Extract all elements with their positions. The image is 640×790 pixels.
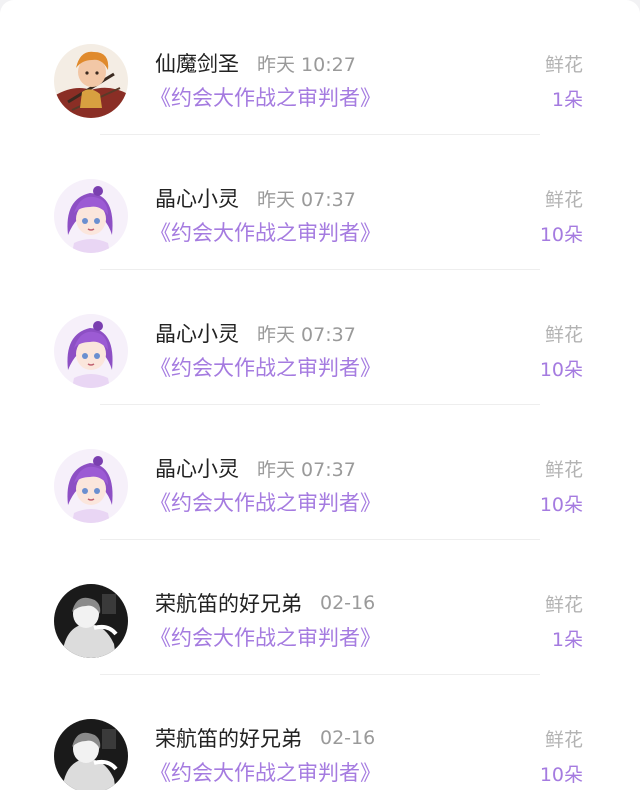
- book-title-link[interactable]: 《约会大作战之审判者》: [150, 757, 381, 787]
- gift-count: 10朵: [539, 224, 583, 246]
- gift-count: 1朵: [551, 89, 583, 111]
- record-time: 昨天 07:37: [257, 458, 356, 481]
- record-header: 荣航笛的好兄弟 02-16: [155, 723, 375, 753]
- record-time: 02-16: [320, 727, 376, 749]
- purple-hair-girl-avatar-icon[interactable]: [54, 179, 128, 253]
- gift-record-item[interactable]: 荣航笛的好兄弟 02-16 《约会大作战之审判者》 鲜花 10朵: [0, 675, 640, 790]
- gift-record-item[interactable]: 晶心小灵 昨天 07:37 《约会大作战之审判者》 鲜花 10朵: [0, 405, 640, 540]
- gift-count: 1朵: [551, 629, 583, 651]
- monochrome-figure-avatar-icon[interactable]: [54, 584, 128, 658]
- gift-record-item[interactable]: 仙魔剑圣 昨天 10:27 《约会大作战之审判者》 鲜花 1朵: [0, 0, 640, 135]
- gift-record-item[interactable]: 晶心小灵 昨天 07:37 《约会大作战之审判者》 鲜花 10朵: [0, 135, 640, 270]
- book-title-link[interactable]: 《约会大作战之审判者》: [150, 82, 381, 112]
- gift-type-label: 鲜花: [544, 594, 583, 616]
- purple-hair-girl-avatar-icon[interactable]: [54, 449, 128, 523]
- sender-name[interactable]: 荣航笛的好兄弟: [155, 588, 302, 618]
- gift-records-screen: 仙魔剑圣 昨天 10:27 《约会大作战之审判者》 鲜花 1朵 晶心小灵 昨天 …: [0, 0, 640, 790]
- gift-type-label: 鲜花: [544, 459, 583, 481]
- book-title-link[interactable]: 《约会大作战之审判者》: [150, 352, 381, 382]
- sender-name[interactable]: 仙魔剑圣: [155, 48, 239, 78]
- gift-type-label: 鲜花: [544, 54, 583, 76]
- sender-name[interactable]: 晶心小灵: [155, 453, 239, 483]
- record-time: 昨天 07:37: [257, 188, 356, 211]
- gift-record-item[interactable]: 荣航笛的好兄弟 02-16 《约会大作战之审判者》 鲜花 1朵: [0, 540, 640, 675]
- gift-type-label: 鲜花: [544, 189, 583, 211]
- purple-hair-girl-avatar-icon[interactable]: [54, 314, 128, 388]
- gift-count: 10朵: [539, 359, 583, 381]
- record-header: 仙魔剑圣 昨天 10:27: [155, 48, 356, 78]
- gift-count: 10朵: [539, 494, 583, 516]
- record-header: 晶心小灵 昨天 07:37: [155, 318, 356, 348]
- record-header: 晶心小灵 昨天 07:37: [155, 453, 356, 483]
- warrior-avatar-icon[interactable]: [54, 44, 128, 118]
- gift-type-label: 鲜花: [544, 729, 583, 751]
- sender-name[interactable]: 荣航笛的好兄弟: [155, 723, 302, 753]
- book-title-link[interactable]: 《约会大作战之审判者》: [150, 487, 381, 517]
- record-header: 晶心小灵 昨天 07:37: [155, 183, 356, 213]
- sender-name[interactable]: 晶心小灵: [155, 318, 239, 348]
- record-header: 荣航笛的好兄弟 02-16: [155, 588, 375, 618]
- book-title-link[interactable]: 《约会大作战之审判者》: [150, 622, 381, 652]
- record-time: 02-16: [320, 592, 376, 614]
- sender-name[interactable]: 晶心小灵: [155, 183, 239, 213]
- record-time: 昨天 07:37: [257, 323, 356, 346]
- book-title-link[interactable]: 《约会大作战之审判者》: [150, 217, 381, 247]
- monochrome-figure-avatar-icon[interactable]: [54, 719, 128, 790]
- gift-record-item[interactable]: 晶心小灵 昨天 07:37 《约会大作战之审判者》 鲜花 10朵: [0, 270, 640, 405]
- record-time: 昨天 10:27: [257, 53, 356, 76]
- gift-type-label: 鲜花: [544, 324, 583, 346]
- gift-count: 10朵: [539, 764, 583, 786]
- gift-record-list: 仙魔剑圣 昨天 10:27 《约会大作战之审判者》 鲜花 1朵 晶心小灵 昨天 …: [0, 0, 640, 790]
